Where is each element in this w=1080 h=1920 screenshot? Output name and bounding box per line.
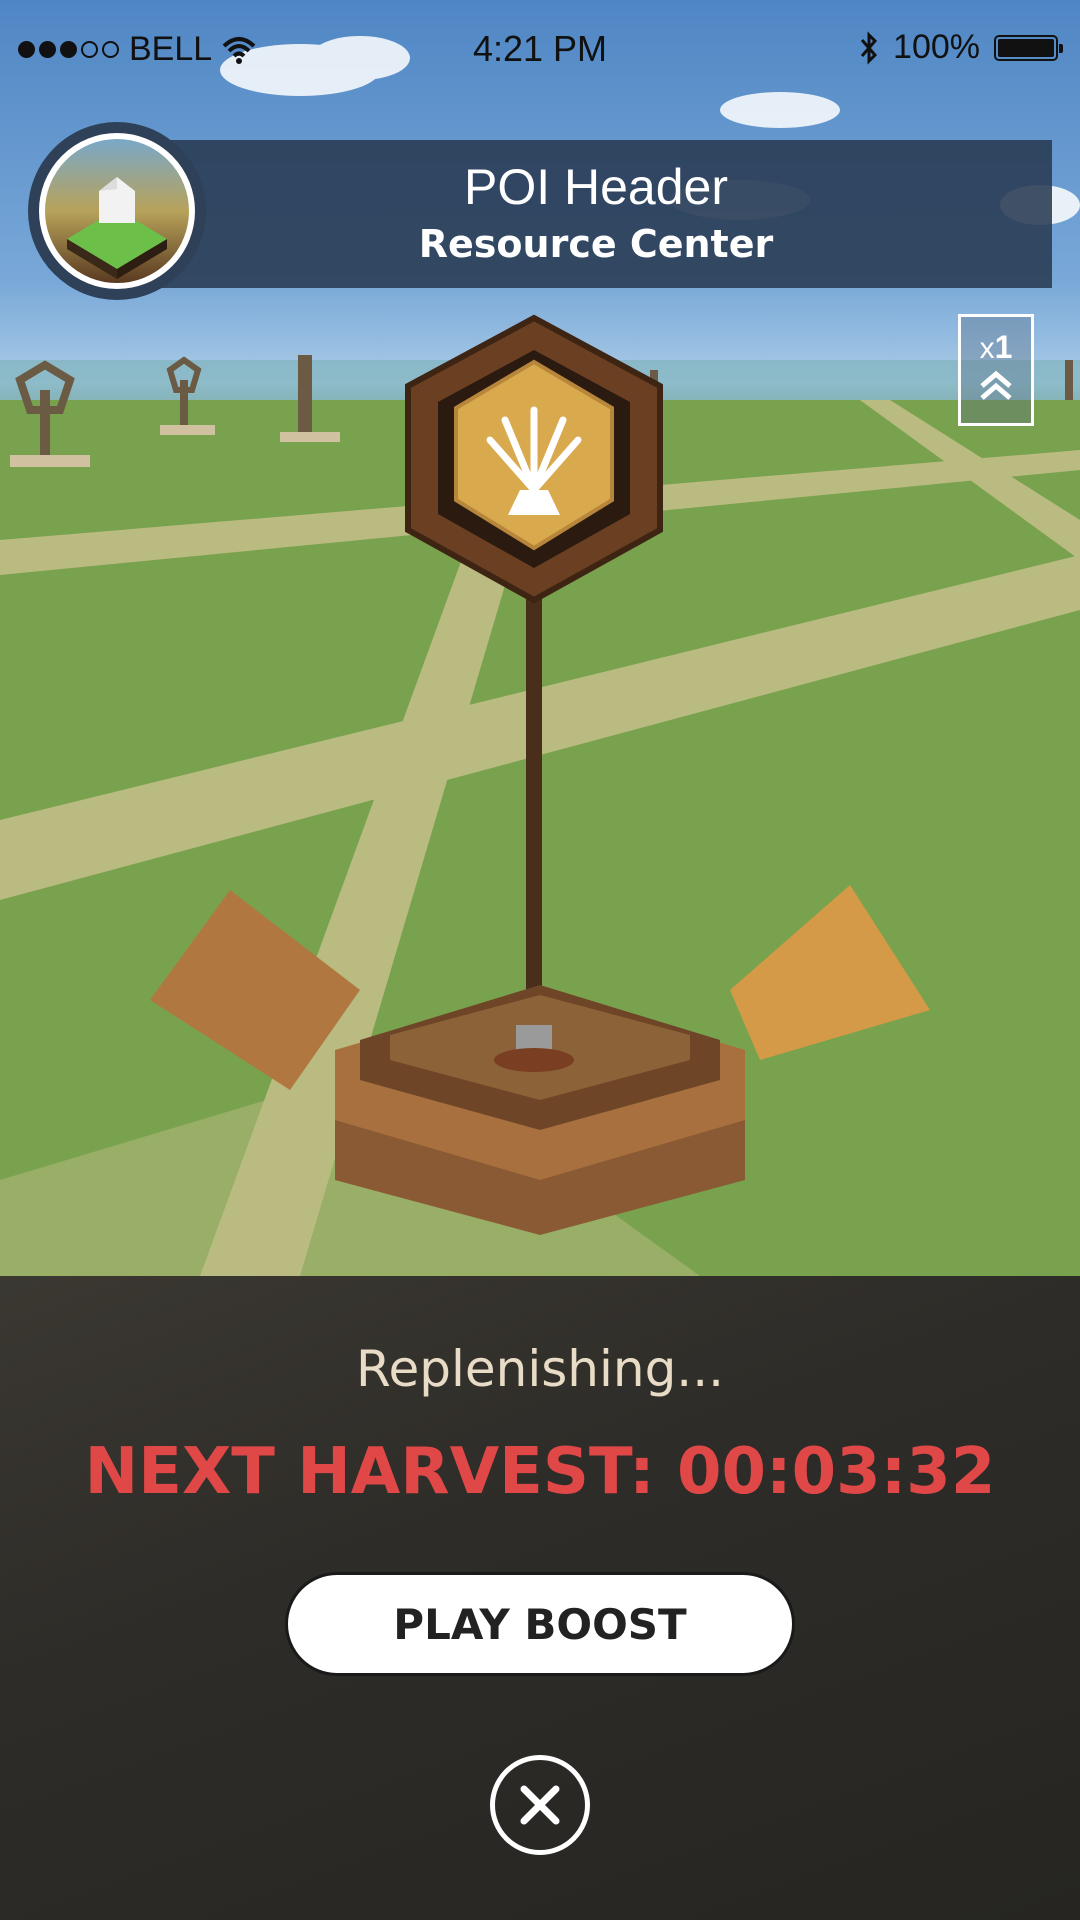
close-icon — [520, 1785, 560, 1825]
multiplier-label: x1 — [961, 329, 1031, 366]
battery-icon — [994, 34, 1063, 61]
poi-avatar — [28, 122, 206, 300]
play-boost-button[interactable]: PLAY BOOST — [285, 1572, 795, 1676]
double-chevron-up-icon — [980, 370, 1012, 400]
status-right: 100% — [859, 28, 1063, 67]
bluetooth-icon — [860, 30, 878, 65]
resource-center-thumbnail-icon — [39, 133, 195, 289]
status-bar: BELL 4:21 PM 100% — [0, 0, 1080, 100]
close-button[interactable] — [490, 1755, 590, 1855]
poi-header-subtitle: Resource Center — [418, 222, 774, 266]
poi-header: POI Header Resource Center — [140, 140, 1052, 288]
multiplier-prefix: x — [979, 332, 995, 365]
poi-header-title: POI Header — [463, 159, 728, 215]
battery-percent: 100% — [893, 28, 980, 66]
next-harvest-timer: NEXT HARVEST: 00:03:32 — [84, 1435, 996, 1509]
multiplier-value: 1 — [994, 329, 1013, 365]
multiplier-badge[interactable]: x1 — [958, 314, 1034, 426]
replenishing-status: Replenishing... — [356, 1340, 724, 1398]
